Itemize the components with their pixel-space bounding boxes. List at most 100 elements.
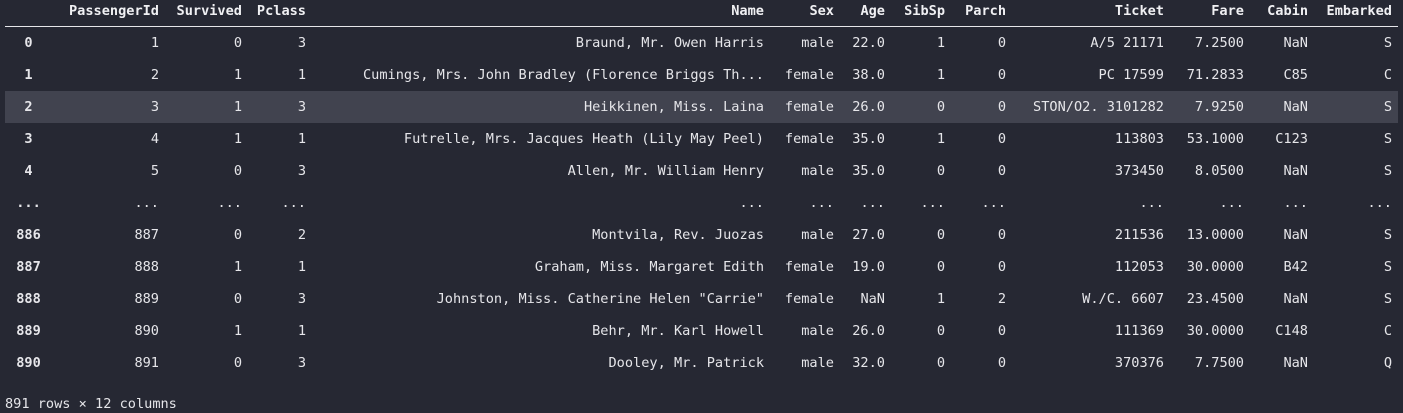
column-header-age: Age xyxy=(840,0,891,27)
table-cell-name: Heikkinen, Miss. Laina xyxy=(583,99,764,115)
table-row[interactable]: 4 5 0 3 Allen, Mr. William Henry male 35.0 0 0 37… xyxy=(5,155,1398,187)
table-cell-passengerid: ... xyxy=(134,195,159,211)
row-index: 887 xyxy=(16,259,41,275)
table-cell-sex: female xyxy=(784,259,834,275)
table-cell-fare: ... xyxy=(1219,195,1244,211)
table-row[interactable]: 887 888 1 1 Graham, Miss. Margaret Edith fema… xyxy=(5,251,1398,283)
table-cell-fare: 8.0500 xyxy=(1194,163,1244,179)
table-cell-survived: 1 xyxy=(233,67,242,83)
table-cell-ticket: 211536 xyxy=(1114,227,1164,243)
table-header: PassengerId Survived Pclass Name Sex Age SibSp… xyxy=(5,0,1398,27)
table-cell-parch: 2 xyxy=(997,291,1006,307)
table-cell-pclass: 3 xyxy=(297,99,306,115)
column-header-fare: Fare xyxy=(1170,0,1250,27)
table-cell-fare: 30.0000 xyxy=(1186,259,1244,275)
table-cell-pclass: 1 xyxy=(297,323,306,339)
table-row[interactable]: ....................................... xyxy=(5,187,1398,219)
row-index: 4 xyxy=(24,163,33,179)
table-row[interactable]: 889 890 1 1 Behr, Mr. Karl Howell male 26.0 0 0 1… xyxy=(5,315,1398,347)
table-cell-name: ... xyxy=(739,195,764,211)
table-cell-survived: 1 xyxy=(233,259,242,275)
table-cell-cabin: NaN xyxy=(1283,35,1308,51)
table-cell-fare: 23.4500 xyxy=(1186,291,1244,307)
table-cell-age: 26.0 xyxy=(852,99,885,115)
column-header-parch: Parch xyxy=(951,0,1012,27)
table-cell-pclass: ... xyxy=(281,195,306,211)
table-cell-name: Braund, Mr. Owen Harris xyxy=(575,35,764,51)
table-cell-cabin: ... xyxy=(1283,195,1308,211)
table-cell-sex: ... xyxy=(809,195,834,211)
table-cell-age: 35.0 xyxy=(852,163,885,179)
table-cell-survived: 0 xyxy=(233,291,242,307)
table-cell-parch: 0 xyxy=(997,67,1006,83)
table-cell-parch: 0 xyxy=(997,259,1006,275)
table-cell-name: Allen, Mr. William Henry xyxy=(567,163,764,179)
table-cell-sibsp: 1 xyxy=(936,291,945,307)
table-cell-ticket: 373450 xyxy=(1114,163,1164,179)
table-cell-age: NaN xyxy=(860,291,885,307)
table-cell-sex: female xyxy=(784,99,834,115)
table-cell-pclass: 3 xyxy=(297,355,306,371)
row-index: ... xyxy=(16,195,41,211)
table-cell-embarked: S xyxy=(1383,99,1392,115)
column-header-cabin: Cabin xyxy=(1250,0,1314,27)
table-cell-ticket: ... xyxy=(1139,195,1164,211)
table-cell-parch: 0 xyxy=(997,131,1006,147)
table-cell-sex: female xyxy=(784,131,834,147)
table-cell-fare: 7.2500 xyxy=(1194,35,1244,51)
table-cell-survived: 0 xyxy=(233,35,242,51)
index-header xyxy=(5,0,52,27)
column-header-survived: Survived xyxy=(165,0,248,27)
row-index: 888 xyxy=(16,291,41,307)
table-cell-name: Cumings, Mrs. John Bradley (Florence Bri… xyxy=(362,67,764,83)
table-cell-sex: male xyxy=(801,355,834,371)
table-cell-name: Graham, Miss. Margaret Edith xyxy=(534,259,764,275)
table-cell-cabin: NaN xyxy=(1283,355,1308,371)
table-cell-embarked: ... xyxy=(1367,195,1392,211)
table-cell-age: 27.0 xyxy=(852,227,885,243)
table-cell-sibsp: 0 xyxy=(936,323,945,339)
table-cell-embarked: S xyxy=(1383,259,1392,275)
table-row[interactable]: 2 3 1 3 Heikkinen, Miss. Laina female 26.0 0 0 ST… xyxy=(5,91,1398,123)
table-row[interactable]: 886 887 0 2 Montvila, Rev. Juozas male 27.0 0 0 2… xyxy=(5,219,1398,251)
table-cell-fare: 53.1000 xyxy=(1186,131,1244,147)
table-row[interactable]: 1 2 1 1 Cumings, Mrs. John Bradley (Florence… xyxy=(5,59,1398,91)
table-cell-sibsp: 0 xyxy=(936,355,945,371)
table-row[interactable]: 890 891 0 3 Dooley, Mr. Patrick male 32.0 0 0 370… xyxy=(5,347,1398,379)
header-row: PassengerId Survived Pclass Name Sex Age SibSp… xyxy=(5,0,1398,27)
dataframe-output: PassengerId Survived Pclass Name Sex Age SibSp… xyxy=(5,0,1398,379)
table-cell-age: 19.0 xyxy=(852,259,885,275)
table-cell-passengerid: 889 xyxy=(134,291,159,307)
column-header-passengerid: PassengerId xyxy=(52,0,165,27)
column-header-embarked: Embarked xyxy=(1314,0,1398,27)
table-cell-ticket: 111369 xyxy=(1114,323,1164,339)
table-cell-ticket: STON/O2. 3101282 xyxy=(1033,99,1164,115)
table-cell-parch: 0 xyxy=(997,163,1006,179)
table-cell-embarked: S xyxy=(1383,35,1392,51)
table-cell-sibsp: 1 xyxy=(936,35,945,51)
dataframe-table: PassengerId Survived Pclass Name Sex Age SibSp… xyxy=(5,0,1398,379)
table-cell-embarked: S xyxy=(1383,227,1392,243)
table-cell-sibsp: 0 xyxy=(936,227,945,243)
table-cell-ticket: 370376 xyxy=(1114,355,1164,371)
column-header-name: Name xyxy=(312,0,770,27)
table-cell-fare: 7.9250 xyxy=(1194,99,1244,115)
table-cell-pclass: 3 xyxy=(297,291,306,307)
table-cell-passengerid: 3 xyxy=(150,99,159,115)
table-row[interactable]: 3 4 1 1 Futrelle, Mrs. Jacques Heath (Lily M… xyxy=(5,123,1398,155)
table-cell-parch: 0 xyxy=(997,355,1006,371)
table-cell-survived: 0 xyxy=(233,163,242,179)
table-row[interactable]: 888 889 0 3 Johnston, Miss. Catherine Helen … xyxy=(5,283,1398,315)
table-cell-cabin: C123 xyxy=(1275,131,1308,147)
table-cell-survived: 1 xyxy=(233,323,242,339)
row-index: 890 xyxy=(16,355,41,371)
row-index: 0 xyxy=(24,35,33,51)
table-cell-sex: female xyxy=(784,291,834,307)
table-cell-survived: 0 xyxy=(233,355,242,371)
table-cell-ticket: PC 17599 xyxy=(1098,67,1164,83)
table-cell-cabin: NaN xyxy=(1283,291,1308,307)
table-cell-embarked: S xyxy=(1383,291,1392,307)
table-cell-fare: 7.7500 xyxy=(1194,355,1244,371)
table-row[interactable]: 0 1 0 3 Braund, Mr. Owen Harris male 22.0 1 0 A/5… xyxy=(5,27,1398,60)
table-cell-survived: 0 xyxy=(233,227,242,243)
